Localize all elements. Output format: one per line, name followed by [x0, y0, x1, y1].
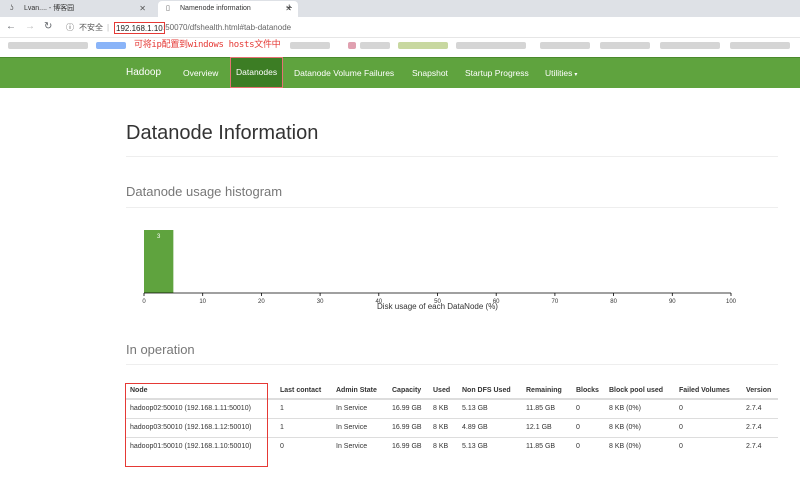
table-cell: 11.85 GB	[522, 436, 572, 456]
table-cell: 8 KB	[429, 417, 458, 437]
column-header[interactable]: Capacity	[388, 382, 429, 400]
table-cell: 0	[572, 398, 605, 418]
column-header[interactable]: Failed Volumes	[675, 382, 742, 400]
x-tick-label: 0	[142, 299, 146, 305]
table-cell: 2.7.4	[742, 417, 778, 437]
table-cell: 5.13 GB	[458, 436, 522, 456]
table-cell: 0	[276, 436, 332, 456]
column-header[interactable]: Blocks	[572, 382, 605, 400]
x-tick-label: 30	[317, 299, 324, 305]
table-cell: 16.99 GB	[388, 417, 429, 437]
table-cell: 5.13 GB	[458, 398, 522, 418]
table-cell: 1	[276, 417, 332, 437]
x-tick-label: 100	[726, 299, 737, 305]
table-cell: 2.7.4	[742, 436, 778, 456]
column-header[interactable]: Remaining	[522, 382, 572, 400]
table-cell: 2.7.4	[742, 398, 778, 418]
table-cell: 11.85 GB	[522, 398, 572, 418]
table-cell: 8 KB	[429, 398, 458, 418]
table-cell: In Service	[332, 398, 388, 418]
column-header[interactable]: Used	[429, 382, 458, 400]
x-tick-label: 90	[669, 299, 676, 305]
x-tick-label: 20	[258, 299, 265, 305]
column-header[interactable]: Admin State	[332, 382, 388, 400]
table-cell: In Service	[332, 417, 388, 437]
table-cell: 16.99 GB	[388, 436, 429, 456]
table-cell: 0	[675, 398, 742, 418]
x-tick-label: 80	[610, 299, 617, 305]
node-column-highlight	[125, 383, 268, 467]
in-operation-title: In operation	[126, 342, 195, 357]
table-cell: 0	[675, 436, 742, 456]
x-axis-label: Disk usage of each DataNode (%)	[377, 302, 498, 311]
x-tick-label: 70	[552, 299, 559, 305]
divider	[126, 364, 778, 365]
table-cell: 1	[276, 398, 332, 418]
table-cell: 16.99 GB	[388, 398, 429, 418]
column-header[interactable]: Non DFS Used	[458, 382, 522, 400]
table-cell: 8 KB (0%)	[605, 417, 675, 437]
column-header[interactable]: Last contact	[276, 382, 332, 400]
table-cell: 0	[572, 436, 605, 456]
table-cell: 8 KB (0%)	[605, 398, 675, 418]
table-cell: In Service	[332, 436, 388, 456]
table-cell: 12.1 GB	[522, 417, 572, 437]
table-cell: 8 KB (0%)	[605, 436, 675, 456]
table-cell: 4.89 GB	[458, 417, 522, 437]
x-tick-label: 10	[199, 299, 206, 305]
column-header[interactable]: Version	[742, 382, 778, 400]
column-header[interactable]: Block pool used	[605, 382, 675, 400]
table-cell: 8 KB	[429, 436, 458, 456]
table-cell: 0	[572, 417, 605, 437]
table-cell: 0	[675, 417, 742, 437]
